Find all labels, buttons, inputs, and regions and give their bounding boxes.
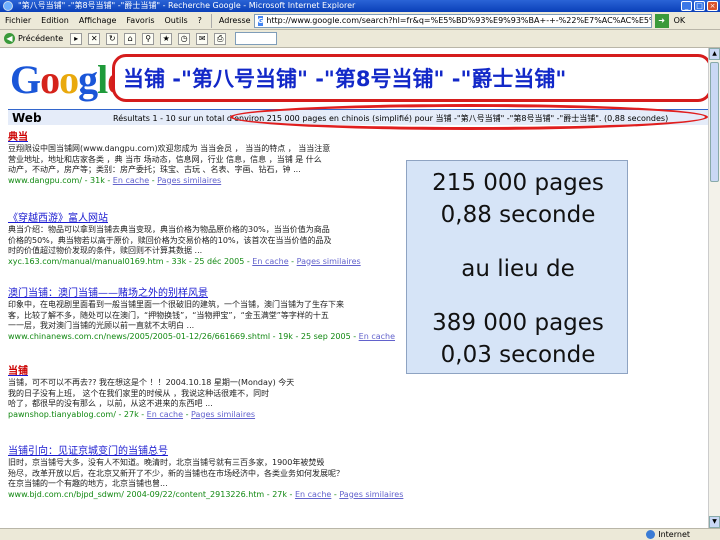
menu-edit[interactable]: Edition [36, 16, 74, 25]
result-title[interactable]: 当铺引向：见证京城变门的当铺总号 [8, 446, 388, 458]
search-query: 当铺 -"第八号当铺" -"第8号当铺" -"爵士当铺" [123, 67, 567, 91]
result-snippet: 价格的50%，典当物若以高于原价，赎回价格为交易价格的10%，该首次在当当价值的… [8, 235, 332, 245]
cache-link[interactable]: En cache [113, 176, 149, 185]
menu-bar: Fichier Edition Affichage Favoris Outils… [0, 12, 720, 30]
cache-link[interactable]: En cache [252, 257, 288, 266]
similar-pages-link[interactable]: Pages similaires [297, 257, 361, 266]
menu-tools[interactable]: Outils [160, 16, 193, 25]
result-snippet: 当铺，可不可以不再去?? 我在想这是个 ！！2004.10.18 星期一(Mon… [8, 378, 295, 387]
security-zone: Internet [646, 529, 690, 540]
status-bar: Internet [0, 528, 720, 540]
cache-link[interactable]: En cache [147, 410, 183, 419]
menu-view[interactable]: Affichage [74, 16, 122, 25]
search-result: 当铺引向：见证京城变门的当铺总号 旧时，京当铺号大多，没有人不知道。晚清时，北京… [8, 446, 404, 500]
result-url: www.dangpu.com/ - 31k - En cache - Pages… [8, 175, 222, 185]
callout-line: 389 000 pages [432, 310, 604, 336]
menu-file[interactable]: Fichier [0, 16, 36, 25]
similar-pages-link[interactable]: Pages similaires [191, 410, 255, 419]
tab-web[interactable]: Web [12, 111, 42, 125]
go-button[interactable]: OK [669, 16, 691, 25]
callout-line: 215 000 pages [432, 170, 604, 196]
similar-pages-link[interactable]: Pages similaires [339, 490, 403, 499]
back-arrow-icon: ◀ [4, 33, 15, 44]
result-snippet: 我的日子没有上班， 这个在我们家里的时候从 ，我说这种话很难不，同时 [8, 388, 270, 398]
result-snippet: 时的价值超过物价发现的条件，赎回则不计算其数据 ... [8, 246, 203, 255]
window-title-bar: "第八号当铺" -"第8号当铺" -"爵士当铺" - Recherche Goo… [0, 0, 720, 12]
menu-help[interactable]: ? [193, 16, 207, 25]
refresh-icon[interactable]: ↻ [106, 32, 119, 45]
search-result: 澳门当铺：澳门当铺——赌场之外的别样风景 印象中，在电视剧里面看到一般当铺里面一… [8, 288, 396, 342]
zone-label: Internet [658, 530, 690, 539]
forward-icon[interactable]: ▸ [70, 32, 83, 45]
scroll-up-icon[interactable]: ▲ [709, 48, 720, 60]
address-input[interactable]: G http://www.google.com/search?hl=fr&q=%… [253, 13, 652, 28]
result-snippet: 哈了，都很早的没有那么 ，以前，从这不进来的东西吧 ... [8, 399, 213, 408]
menu-separator [210, 13, 212, 28]
ie-icon [3, 1, 13, 11]
result-snippet: 一一层，我对澳门当铺的光顾以前一直就不太明白 ... [8, 321, 195, 330]
back-label: Précédente [18, 34, 64, 43]
result-title[interactable]: 典当 [8, 132, 388, 144]
scroll-thumb[interactable] [710, 62, 719, 182]
result-snippet: 豆翔限设中国当铺网(www.dangpu.com)欢迎您成为 当当会员 ， 当当… [8, 144, 331, 153]
home-icon[interactable]: ⌂ [124, 32, 137, 45]
cache-link[interactable]: En cache [295, 490, 331, 499]
address-label: Adresse [218, 16, 251, 25]
back-button[interactable]: ◀ Précédente [0, 33, 67, 44]
search-result: 当铺 当铺，可不可以不再去?? 我在想这是个 ！！2004.10.18 星期一(… [8, 366, 388, 420]
search-icon[interactable]: ⚲ [142, 32, 155, 45]
result-snippet: 客，比较了解不多，随处可以在澳门，“押物换钱”，“当物押宝”，“金玉满堂”等字样… [8, 310, 329, 320]
google-logo[interactable]: Google [10, 60, 125, 100]
stop-icon[interactable]: ✕ [88, 32, 101, 45]
result-url: pawnshop.tianyablog.com/ - 27k - En cach… [8, 409, 256, 419]
vertical-scrollbar[interactable]: ▲ ▼ [708, 48, 720, 528]
address-url[interactable]: http://www.google.com/search?hl=fr&q=%E5… [266, 16, 650, 25]
result-snippet: 营业地址，地址和店家各类 ，典 当市 场动态，信息网，行业 信息，信息 ，当铺 … [8, 154, 322, 164]
result-title[interactable]: 澳门当铺：澳门当铺——赌场之外的别样风景 [8, 288, 388, 300]
minimize-button[interactable]: _ [681, 1, 692, 11]
google-favicon-icon: G [257, 15, 264, 26]
result-snippet: 旧时，京当铺号大多，没有人不知道。晚清时，北京当铺号就有三百多家，1900年被焚… [8, 458, 325, 467]
result-snippet: 动产，不动产，房产等；类别：房产委托；珠宝、古玩 、名表、字画、钻石，钟 ... [8, 165, 301, 174]
callout-line: au lieu de [461, 256, 575, 282]
maximize-button[interactable]: □ [694, 1, 705, 11]
close-button[interactable]: × [707, 1, 718, 11]
search-result: 《穿越西游》富人网站 典当介绍：物品可以拿到当铺去典当变现，典当价格为物品原价格… [8, 213, 388, 267]
callout-line: 0,03 seconde [440, 342, 596, 368]
similar-pages-link[interactable]: Pages similaires [157, 176, 221, 185]
search-result: 典当 豆翔限设中国当铺网(www.dangpu.com)欢迎您成为 当当会员 ，… [8, 132, 388, 186]
window-title: "第八号当铺" -"第8号当铺" -"爵士当铺" - Recherche Goo… [18, 1, 356, 10]
result-title[interactable]: 当铺 [8, 366, 388, 378]
scroll-down-icon[interactable]: ▼ [709, 516, 720, 528]
result-snippet: 殆尽，改革开放以后，在北京又新开了不少，新的当铺也在市场经济中，各类业务如何发展… [8, 468, 344, 478]
result-url: xyc.163.com/manual/manual0169.htm - 33k … [8, 256, 361, 266]
result-snippet: 印象中，在电视剧里面看到一般当铺里面一个很破旧的建筑，一个当铺，澳门当铺为了生存… [8, 300, 344, 309]
callout-line: 0,88 seconde [440, 202, 596, 228]
page-content: Google 当铺 -"第八号当铺" -"第8号当铺" -"爵士当铺" Web … [0, 48, 708, 528]
print-icon[interactable]: ⎙ [214, 32, 227, 45]
cache-link[interactable]: En cache [359, 332, 395, 341]
result-url: www.bjd.com.cn/bjpd_sdwm/ 2004-09/22/con… [8, 489, 404, 499]
result-title[interactable]: 《穿越西游》富人网站 [8, 213, 388, 225]
globe-icon [646, 530, 656, 539]
favorites-icon[interactable]: ★ [160, 32, 173, 45]
go-icon[interactable]: ➜ [654, 13, 669, 28]
stats-highlight-oval [230, 104, 708, 130]
search-query-box[interactable]: 当铺 -"第八号当铺" -"第8号当铺" -"爵士当铺" [112, 54, 708, 102]
mail-icon[interactable]: ✉ [196, 32, 209, 45]
result-url: www.chinanews.com.cn/news/2005/2005-01-1… [8, 331, 396, 341]
history-icon[interactable]: ◷ [178, 32, 191, 45]
comparison-callout: 215 000 pages 0,88 seconde au lieu de 38… [406, 160, 628, 374]
result-snippet: 典当介绍：物品可以拿到当铺去典当变现，典当价格为物品原价格的30%，当当价值为商… [8, 225, 330, 234]
menu-favorites[interactable]: Favoris [121, 16, 159, 25]
toolbar: ◀ Précédente ▸ ✕ ↻ ⌂ ⚲ ★ ◷ ✉ ⎙ [0, 30, 720, 48]
result-snippet: 在京当铺的一个有趣的地方，北京当铺也曾... [8, 479, 168, 488]
toolbar-search-field[interactable] [235, 32, 278, 45]
